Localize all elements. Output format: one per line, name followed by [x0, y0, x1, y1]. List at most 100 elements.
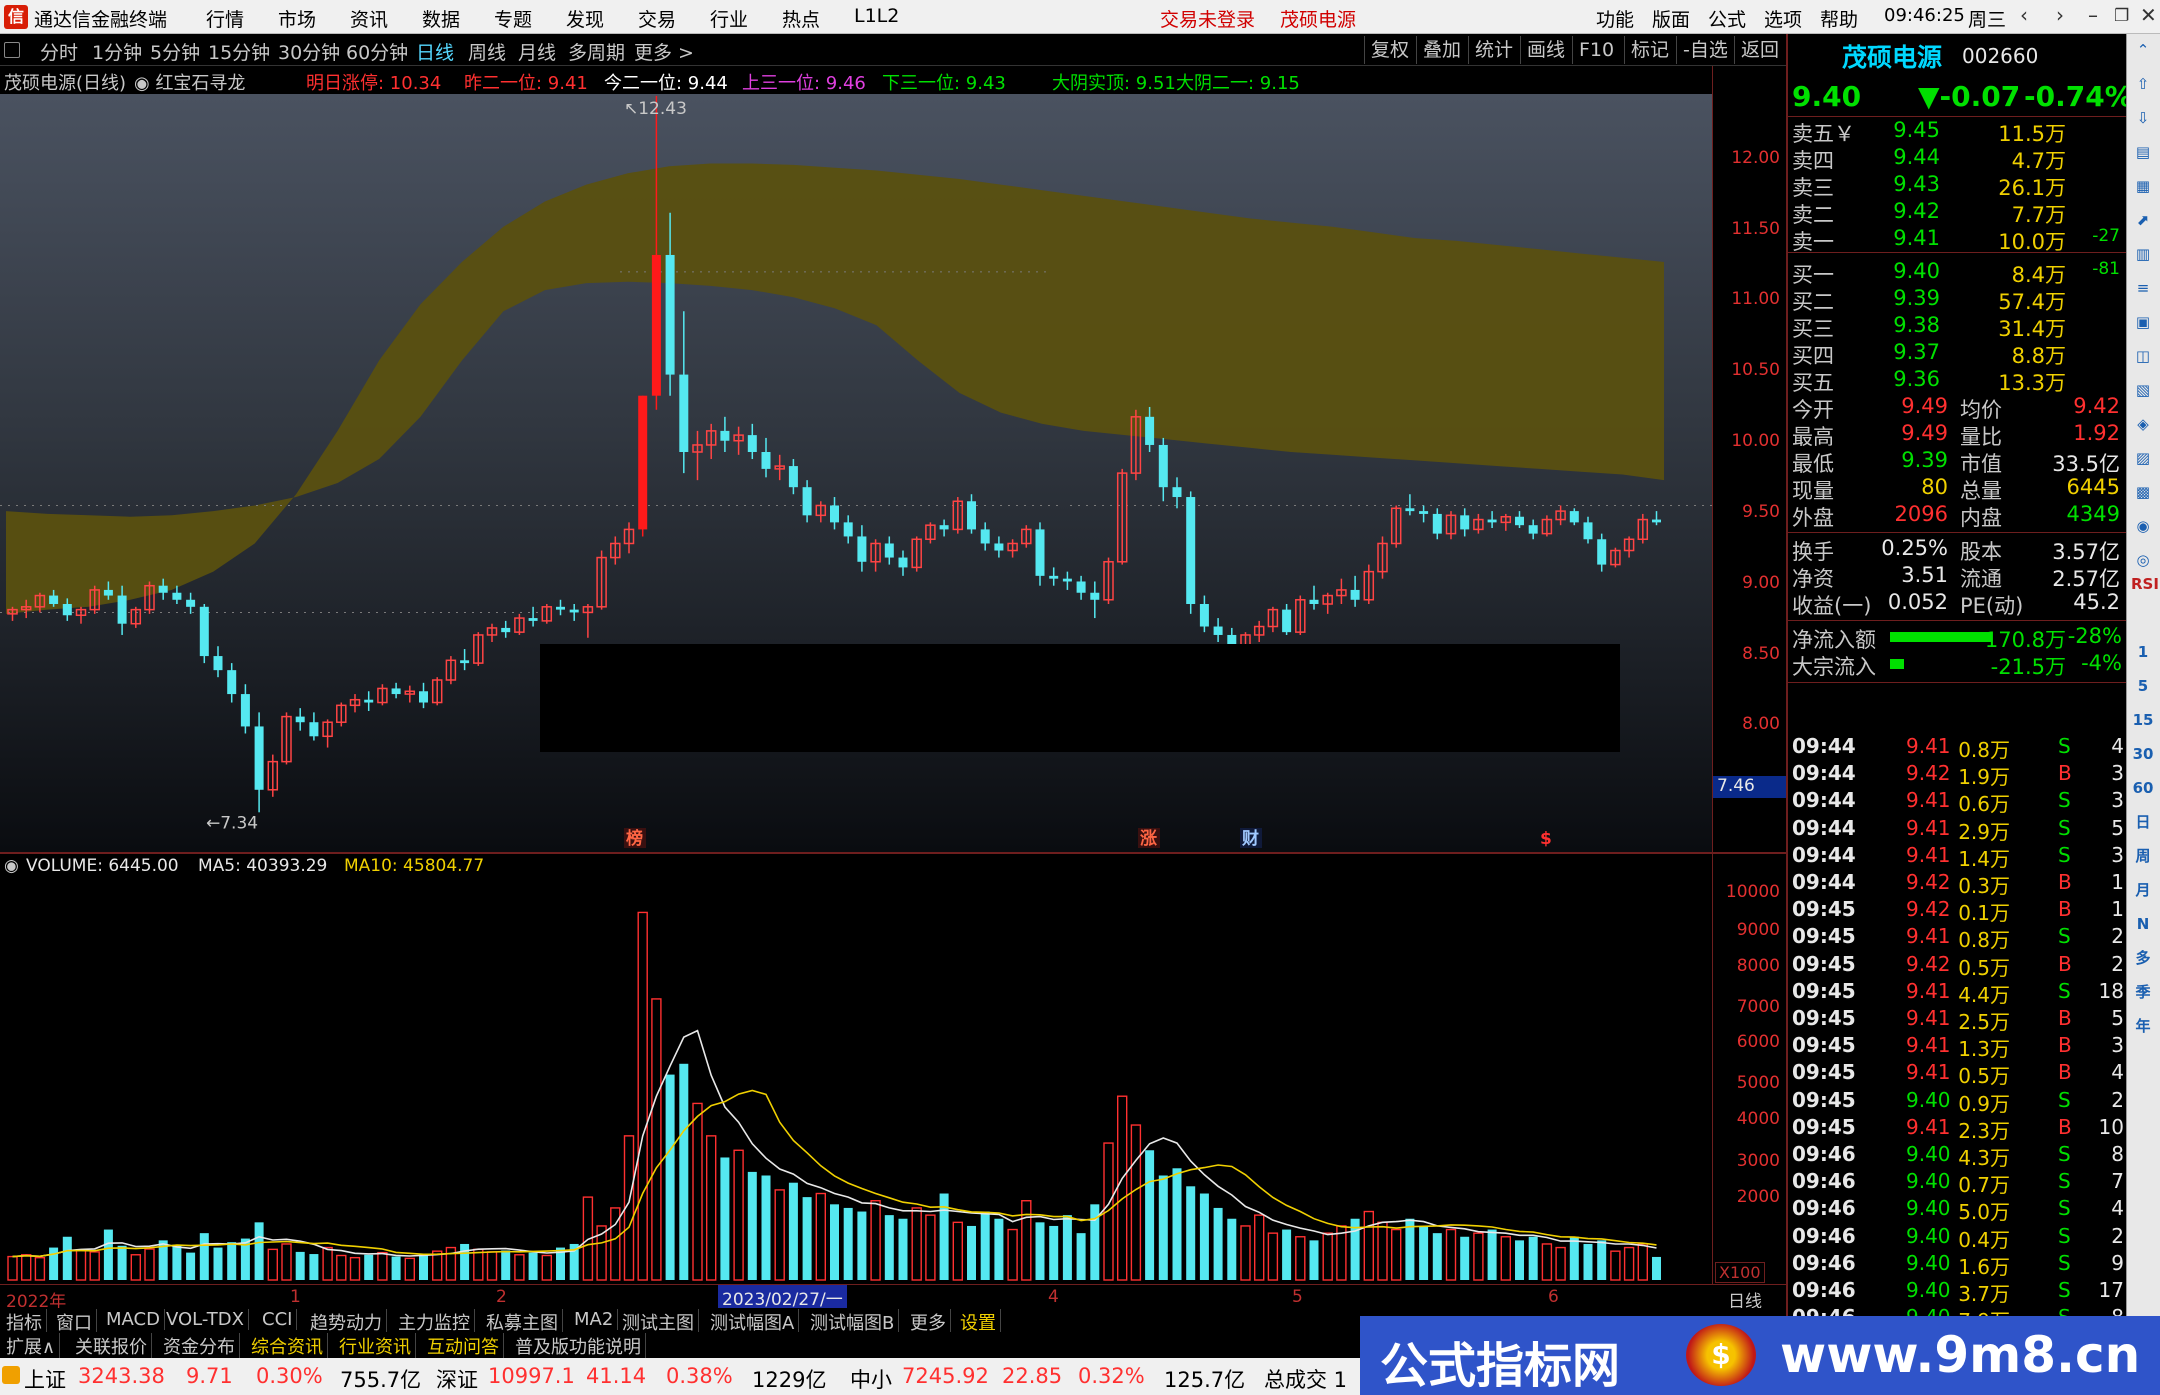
- menu-banmian[interactable]: 版面: [1652, 5, 1690, 32]
- sidebar-period[interactable]: 周: [2131, 844, 2155, 868]
- status-icon[interactable]: [2, 1366, 20, 1384]
- sidebar-period[interactable]: 15: [2131, 708, 2155, 732]
- btn-biaoji[interactable]: 标记: [1624, 36, 1675, 64]
- sidebar-period[interactable]: RSI: [2131, 572, 2159, 596]
- buy-level[interactable]: 买三 9.38 31.4万: [1788, 313, 2128, 341]
- sidebar-tool-icon[interactable]: ◎: [2131, 548, 2155, 572]
- info-tab[interactable]: 行业资讯: [335, 1333, 416, 1359]
- menu-shuju[interactable]: 数据: [422, 5, 460, 32]
- menu-zhuanti[interactable]: 专题: [494, 5, 532, 32]
- info-tab[interactable]: 普及版功能说明: [511, 1333, 646, 1359]
- sell-level[interactable]: 卖一 9.41 10.0万 -27: [1788, 226, 2128, 254]
- period-fenshi[interactable]: 分时: [40, 38, 78, 65]
- sell-level[interactable]: 卖三 9.43 26.1万: [1788, 172, 2128, 200]
- period-15min[interactable]: 15分钟: [208, 38, 270, 65]
- index-sh-name[interactable]: 上证: [24, 1364, 66, 1394]
- volume-panel[interactable]: ◉ VOLUME: 6445.00 MA5: 40393.29 MA10: 45…: [0, 852, 1712, 1284]
- tick-list[interactable]: 09:44 9.41 0.8万 S 4 09:44 9.42 1.9万 B 3 09:44 9.41 0…: [1788, 694, 2128, 1360]
- menu-jiaoyi[interactable]: 交易: [638, 5, 676, 32]
- sidebar-tool-icon[interactable]: ▤: [2131, 140, 2155, 164]
- sidebar-period[interactable]: 1: [2131, 640, 2155, 664]
- sidebar-tool-icon[interactable]: ▨: [2131, 446, 2155, 470]
- buy-level[interactable]: 买四 9.37 8.8万: [1788, 340, 2128, 368]
- indicator-tab[interactable]: VOL-TDX: [162, 1309, 249, 1330]
- collapse-icon[interactable]: [4, 42, 20, 58]
- tick-price: 9.42: [1906, 761, 1951, 786]
- indicator-tab[interactable]: MACD: [102, 1309, 165, 1330]
- period-1min[interactable]: 1分钟: [92, 38, 142, 65]
- menu-zixun[interactable]: 资讯: [350, 5, 388, 32]
- info-tab[interactable]: 互动问答: [423, 1333, 504, 1359]
- sidebar-period[interactable]: 季: [2131, 980, 2155, 1004]
- sidebar-tool-icon[interactable]: ▩: [2131, 480, 2155, 504]
- info-tab[interactable]: 扩展∧: [2, 1333, 61, 1359]
- sidebar-tool-icon[interactable]: ◉: [2131, 514, 2155, 538]
- period-multi[interactable]: 多周期: [568, 38, 625, 65]
- period-30min[interactable]: 30分钟: [278, 38, 340, 65]
- btn-zixuan[interactable]: -自选: [1676, 36, 1734, 64]
- sidebar-tool-icon[interactable]: ▣: [2131, 310, 2155, 334]
- sidebar-tool-icon[interactable]: ▥: [2131, 242, 2155, 266]
- period-weekly[interactable]: 周线: [468, 38, 506, 65]
- sidebar-tool-icon[interactable]: ◫: [2131, 344, 2155, 368]
- sidebar-period[interactable]: 年: [2131, 1014, 2155, 1038]
- btn-fuquan[interactable]: 复权: [1364, 36, 1415, 64]
- menu-bangzhu[interactable]: 帮助: [1820, 5, 1858, 32]
- sidebar-period[interactable]: 60: [2131, 776, 2155, 800]
- login-status[interactable]: 交易未登录: [1160, 5, 1255, 32]
- sidebar-tool-icon[interactable]: ◈: [2131, 412, 2155, 436]
- btn-huaxian[interactable]: 画线: [1520, 36, 1571, 64]
- menu-xuanxiang[interactable]: 选项: [1764, 5, 1802, 32]
- volume-collapse-icon[interactable]: ◉: [4, 856, 19, 876]
- restore-icon[interactable]: ❐: [2114, 6, 2129, 26]
- period-daily[interactable]: 日线: [416, 38, 454, 65]
- sidebar-period[interactable]: 30: [2131, 742, 2155, 766]
- buy-level[interactable]: 买二 9.39 57.4万: [1788, 286, 2128, 314]
- btn-diejia[interactable]: 叠加: [1416, 36, 1467, 64]
- indicator-tab[interactable]: MA2: [570, 1309, 619, 1330]
- menu-hangqing[interactable]: 行情: [206, 5, 244, 32]
- sidebar-tool-icon[interactable]: ▧: [2131, 378, 2155, 402]
- btn-tongji[interactable]: 统计: [1468, 36, 1519, 64]
- sell-level[interactable]: 卖四 9.44 4.7万: [1788, 145, 2128, 173]
- close-icon[interactable]: ✕: [2140, 3, 2157, 27]
- sidebar-period[interactable]: 日: [2131, 810, 2155, 834]
- sidebar-period[interactable]: 月: [2131, 878, 2155, 902]
- sidebar-tool-icon[interactable]: ⇩: [2131, 106, 2155, 130]
- btn-fanhui[interactable]: 返回: [1734, 36, 1785, 64]
- menu-gongneng[interactable]: 功能: [1596, 5, 1634, 32]
- period-more[interactable]: 更多 >: [634, 38, 694, 65]
- minimize-icon[interactable]: –: [2088, 3, 2098, 27]
- buy-level[interactable]: 买五 9.36 13.3万: [1788, 367, 2128, 395]
- index-sz-name[interactable]: 深证: [436, 1364, 478, 1394]
- indicator-tab[interactable]: CCI: [258, 1309, 298, 1330]
- indicator-selector[interactable]: ◉ 红宝石寻龙: [134, 69, 245, 95]
- sidebar-tool-icon[interactable]: ⬈: [2131, 208, 2155, 232]
- info-tab[interactable]: 综合资讯: [247, 1333, 328, 1359]
- sell-level[interactable]: 卖五￥ 9.45 11.5万: [1788, 118, 2128, 146]
- period-5min[interactable]: 5分钟: [150, 38, 200, 65]
- menu-redian[interactable]: 热点: [782, 5, 820, 32]
- sidebar-tool-icon[interactable]: ⌃: [2131, 38, 2155, 62]
- sidebar-tool-icon[interactable]: ▦: [2131, 174, 2155, 198]
- period-monthly[interactable]: 月线: [518, 38, 556, 65]
- menu-hangye[interactable]: 行业: [710, 5, 748, 32]
- menu-l1l2[interactable]: L1L2: [854, 5, 899, 27]
- info-tab[interactable]: 资金分布: [159, 1333, 240, 1359]
- forward-arrow-icon[interactable]: ›: [2056, 3, 2064, 27]
- info-tab[interactable]: 关联报价: [71, 1333, 152, 1359]
- menu-shichang[interactable]: 市场: [278, 5, 316, 32]
- period-60min[interactable]: 60分钟: [346, 38, 408, 65]
- index-zx-name[interactable]: 中小: [850, 1364, 892, 1394]
- sidebar-period[interactable]: 多: [2131, 946, 2155, 970]
- sell-level[interactable]: 卖二 9.42 7.7万: [1788, 199, 2128, 227]
- btn-f10[interactable]: F10: [1572, 36, 1620, 64]
- menu-faxian[interactable]: 发现: [566, 5, 604, 32]
- buy-level[interactable]: 买一 9.40 8.4万 -81: [1788, 259, 2128, 287]
- sidebar-tool-icon[interactable]: ⇧: [2131, 72, 2155, 96]
- back-arrow-icon[interactable]: ‹: [2020, 3, 2028, 27]
- menu-gongshi[interactable]: 公式: [1708, 5, 1746, 32]
- sidebar-period[interactable]: N: [2131, 912, 2155, 936]
- sidebar-tool-icon[interactable]: ≡: [2131, 276, 2155, 300]
- sidebar-period[interactable]: 5: [2131, 674, 2155, 698]
